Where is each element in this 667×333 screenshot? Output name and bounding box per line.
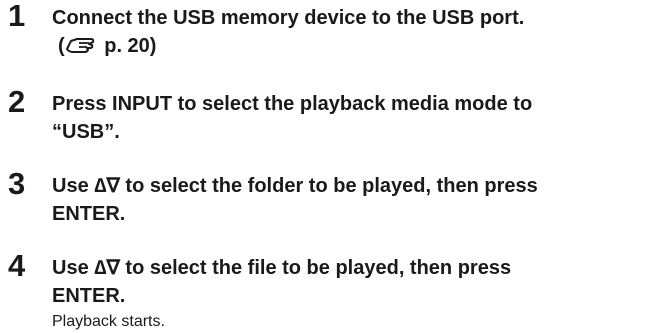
pointing-hand-icon: [65, 35, 95, 63]
step-text-line: Use ∆∇ to select the folder to be played…: [52, 175, 538, 197]
step-number: 3: [8, 166, 26, 201]
step-text-line: ENTER.: [52, 285, 126, 307]
step-number: 2: [8, 84, 26, 119]
step-text-line: ENTER.: [52, 203, 126, 225]
reference-text: p. 20): [98, 35, 157, 57]
page-reference[interactable]: ( p. 20): [52, 32, 652, 63]
step-instruction: Press INPUT to select the playback media…: [52, 90, 652, 146]
step-number: 4: [8, 248, 26, 283]
step-result: Playback starts.: [52, 313, 165, 330]
step-text-line: Press INPUT to select the playback media…: [52, 93, 533, 115]
step-text-line: Connect the USB memory device to the USB…: [52, 7, 525, 29]
step-instruction: Connect the USB memory device to the USB…: [52, 4, 652, 63]
step-instruction: Use ∆∇ to select the folder to be played…: [52, 172, 652, 228]
step-text-line: Use ∆∇ to select the file to be played, …: [52, 257, 512, 279]
step-text-line: “USB”.: [52, 121, 120, 143]
step-instruction: Use ∆∇ to select the file to be played, …: [52, 254, 652, 310]
step-number: 1: [8, 0, 26, 33]
reference-paren: (: [58, 35, 65, 57]
